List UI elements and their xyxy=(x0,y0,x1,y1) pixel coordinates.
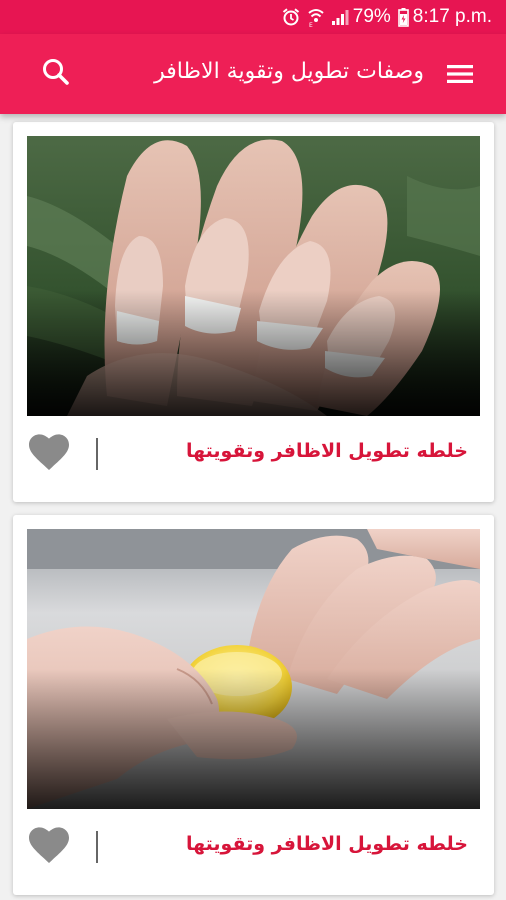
wifi-icon: E xyxy=(308,7,324,27)
favorite-button[interactable] xyxy=(29,827,69,865)
divider xyxy=(96,831,98,863)
heart-icon xyxy=(29,827,69,863)
recipe-list[interactable]: خلطه تطويل الاظافر وتقويتها خلطه تطويل ا… xyxy=(0,114,506,900)
recipe-card[interactable]: خلطه تطويل الاظافر وتقويتها xyxy=(13,515,494,895)
favorite-button[interactable] xyxy=(29,434,69,472)
status-bar: E 79% 8:17 p.m. xyxy=(0,0,506,34)
alarm-icon xyxy=(281,7,301,27)
signal-icon xyxy=(331,8,349,26)
recipe-card-footer: خلطه تطويل الاظافر وتقويتها xyxy=(13,416,494,502)
recipe-title[interactable]: خلطه تطويل الاظافر وتقويتها xyxy=(186,833,468,855)
app-bar: وصفات تطويل وتقوية الاظافر xyxy=(0,34,506,114)
recipe-title[interactable]: خلطه تطويل الاظافر وتقويتها xyxy=(186,440,468,462)
search-icon xyxy=(43,59,69,85)
lemon-nails-photo[interactable] xyxy=(27,529,480,809)
clock: 8:17 p.m. xyxy=(412,6,492,27)
svg-text:E: E xyxy=(309,22,313,27)
recipe-card[interactable]: خلطه تطويل الاظافر وتقويتها xyxy=(13,122,494,502)
divider xyxy=(96,438,98,470)
hamburger-menu-icon xyxy=(447,65,473,83)
search-button[interactable] xyxy=(38,54,74,90)
page-title: وصفات تطويل وتقوية الاظافر xyxy=(154,59,424,84)
heart-icon xyxy=(29,434,69,470)
french-manicure-nails-photo[interactable] xyxy=(27,136,480,416)
menu-button[interactable] xyxy=(444,60,478,88)
recipe-card-footer: خلطه تطويل الاظافر وتقويتها xyxy=(13,809,494,895)
battery-percent: 79% xyxy=(352,6,391,27)
battery-icon xyxy=(397,7,409,27)
